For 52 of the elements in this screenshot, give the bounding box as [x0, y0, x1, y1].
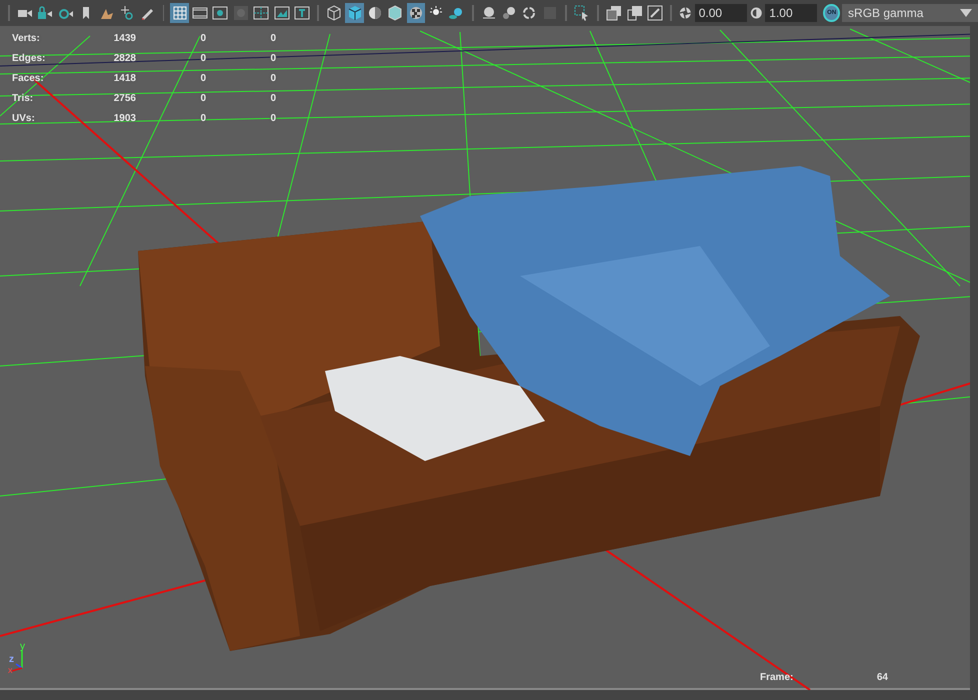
sphere-pair-icon — [501, 5, 518, 21]
xray-square-icon — [647, 5, 664, 21]
checker-sphere-icon — [408, 5, 424, 21]
stat-value: 2756 — [112, 92, 137, 106]
toolbar-button[interactable] — [345, 3, 364, 23]
frame-number: 64 — [876, 671, 888, 685]
ring-icon — [521, 5, 538, 21]
stat-label: Verts: — [12, 32, 41, 46]
wireframe-cube-icon — [326, 5, 342, 21]
number-field[interactable]: 1.00 — [765, 4, 818, 22]
gate-mask-icon — [232, 5, 249, 21]
stat-value: 1903 — [112, 112, 137, 126]
stat-value: 0 — [199, 32, 207, 46]
safe-title-icon — [294, 5, 310, 21]
resolution-gate-icon — [212, 5, 228, 21]
safe-action-icon — [274, 5, 290, 21]
toolbar-button[interactable] — [605, 3, 624, 23]
stacked-squares-icon — [606, 5, 622, 21]
field-chart-icon — [253, 5, 270, 21]
shadow-sphere-icon — [448, 5, 464, 21]
stat-value: 0 — [199, 72, 207, 86]
half-circle-icon[interactable] — [748, 5, 764, 21]
toolbar-button[interactable] — [646, 3, 664, 23]
sphere-icon — [480, 5, 497, 21]
toolbar-button[interactable] — [324, 3, 344, 23]
frame-label: Frame: — [760, 671, 794, 685]
stat-value: 1418 — [112, 72, 137, 86]
film-gate-icon — [192, 5, 208, 21]
stat-label: Edges: — [12, 52, 46, 66]
padlock-camera-icon — [37, 5, 54, 21]
stat-value: 0 — [199, 52, 207, 66]
number-field[interactable]: 0.00 — [694, 4, 747, 22]
stat-value: 1439 — [112, 32, 137, 46]
toolbar-button[interactable] — [406, 3, 425, 23]
stat-value: 0 — [269, 52, 277, 66]
overlapping-squares-icon — [626, 5, 643, 21]
axis-gizmo: y z x — [8, 640, 38, 674]
toolbar-button[interactable] — [626, 3, 644, 23]
select-cursor-icon — [574, 5, 590, 21]
wire-shaded-cube-icon — [387, 5, 404, 21]
view-transform-dropdown[interactable]: sRGB gamma — [842, 4, 978, 22]
stat-label: UVs: — [12, 112, 36, 126]
stat-value: 0 — [269, 32, 277, 46]
caret-icon — [960, 9, 972, 17]
shaded-cube-icon — [346, 5, 363, 21]
stat-value: 0 — [269, 72, 277, 86]
grid-icon — [172, 5, 188, 21]
stat-value: 0 — [269, 92, 277, 106]
half-shaded-sphere-icon — [366, 5, 383, 21]
stat-value: 0 — [199, 92, 207, 106]
aperture-icon[interactable] — [678, 5, 693, 21]
stat-value: 2828 — [112, 52, 137, 66]
